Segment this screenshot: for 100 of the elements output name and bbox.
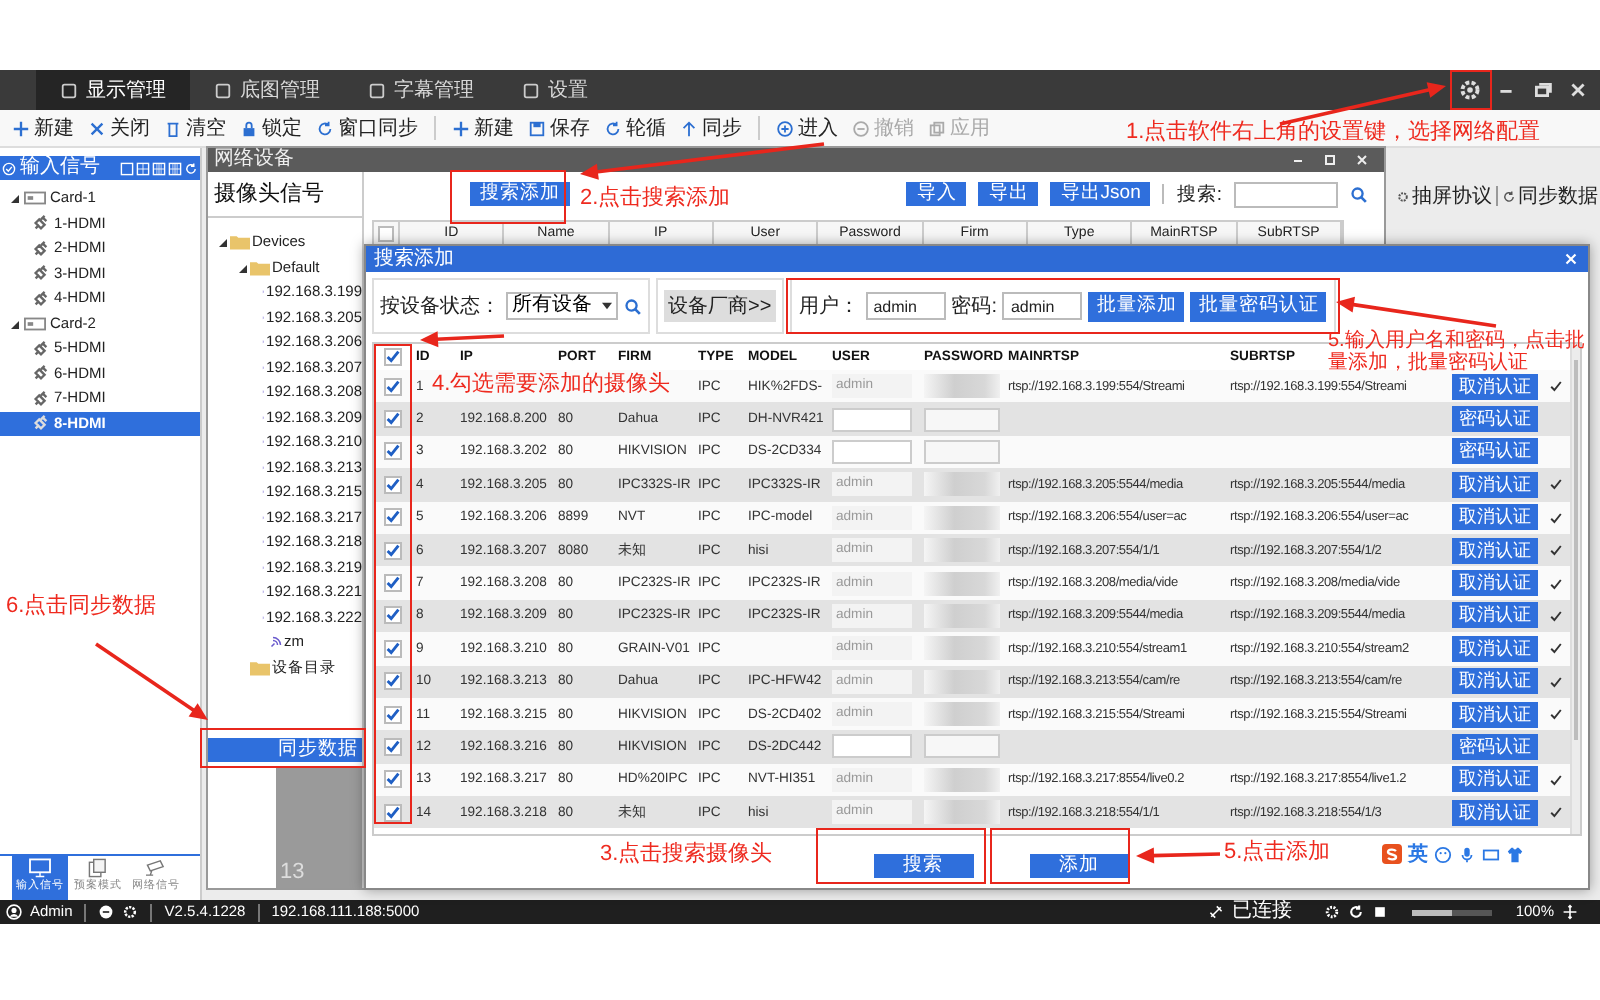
keyboard-icon[interactable] xyxy=(1482,845,1500,863)
auth-button[interactable]: 取消认证 xyxy=(1452,373,1538,400)
row-checkbox[interactable] xyxy=(384,606,402,625)
password-field[interactable] xyxy=(924,407,1000,432)
auth-button[interactable]: 取消认证 xyxy=(1452,471,1538,498)
toolbar-button[interactable]: 保存 xyxy=(524,114,594,142)
auth-button[interactable]: 取消认证 xyxy=(1452,668,1538,695)
row-checkbox[interactable] xyxy=(384,770,402,789)
password-field[interactable] xyxy=(924,734,1000,759)
row-checkbox[interactable] xyxy=(384,705,402,724)
nav-tab[interactable]: 字幕管理 xyxy=(344,70,498,110)
search-field[interactable] xyxy=(1234,181,1338,207)
auth-button[interactable]: 取消认证 xyxy=(1452,537,1538,564)
auth-button[interactable]: 密码认证 xyxy=(1452,438,1538,465)
user-field[interactable] xyxy=(832,734,912,759)
row-checkbox[interactable] xyxy=(384,508,402,527)
add-button[interactable]: 添加 xyxy=(1029,854,1129,878)
batch-auth-button[interactable]: 批量密码认证 xyxy=(1190,291,1327,321)
row-checkbox[interactable] xyxy=(384,639,402,658)
expand-arrow-icon[interactable] xyxy=(216,236,228,249)
toolbar-button[interactable]: 导出Json xyxy=(1050,182,1151,206)
search-icon[interactable] xyxy=(624,297,642,315)
toolbar-button[interactable]: 导出 xyxy=(978,182,1039,206)
auth-button[interactable]: 取消认证 xyxy=(1452,766,1538,793)
search-button[interactable]: 搜索 xyxy=(873,854,973,878)
row-checkbox[interactable] xyxy=(384,574,402,593)
settings-icon[interactable] xyxy=(122,904,139,920)
restore-icon[interactable] xyxy=(1320,150,1340,170)
toolbar-button[interactable]: 同步 xyxy=(676,114,746,142)
row-checkbox[interactable] xyxy=(384,377,402,396)
layout-grid-icon[interactable] xyxy=(136,161,150,175)
search-icon[interactable] xyxy=(1350,185,1368,203)
nav-tab[interactable]: 底图管理 xyxy=(190,70,344,110)
user-field[interactable] xyxy=(832,439,912,464)
stop-icon[interactable] xyxy=(1371,904,1388,920)
password-field[interactable] xyxy=(924,472,1000,497)
fit-screen-icon[interactable] xyxy=(1562,904,1578,920)
status-dropdown[interactable]: 所有设备 xyxy=(506,292,618,320)
password-field[interactable] xyxy=(924,439,1000,464)
expand-arrow-icon[interactable] xyxy=(8,317,20,330)
input-mode[interactable]: 英 xyxy=(1408,840,1428,868)
vendor-button[interactable]: 设备厂商>> xyxy=(664,290,776,322)
expand-arrow-icon[interactable] xyxy=(8,192,20,205)
toolbar-button[interactable]: 轮循 xyxy=(600,114,670,142)
password-field[interactable] xyxy=(924,538,1000,563)
settings-icon[interactable] xyxy=(1456,76,1484,104)
auth-button[interactable]: 取消认证 xyxy=(1452,570,1538,597)
close-icon[interactable] xyxy=(1562,250,1580,268)
layout-grid-icon[interactable] xyxy=(120,161,134,175)
shirt-icon[interactable] xyxy=(1506,845,1524,863)
row-checkbox[interactable] xyxy=(384,475,402,494)
toolbar-label[interactable]: 同步数据 xyxy=(1518,182,1598,210)
toolbar-button[interactable]: 锁定 xyxy=(236,114,306,142)
row-checkbox[interactable] xyxy=(384,442,402,461)
refresh-icon[interactable] xyxy=(1347,904,1364,920)
auth-button[interactable]: 取消认证 xyxy=(1452,701,1538,728)
auth-button[interactable]: 取消认证 xyxy=(1452,602,1538,629)
password-field[interactable] xyxy=(924,505,1000,530)
zoom-slider[interactable] xyxy=(1411,909,1492,915)
toolbar-button[interactable]: 新建 xyxy=(8,114,78,142)
row-checkbox[interactable] xyxy=(384,737,402,756)
row-checkbox[interactable] xyxy=(384,410,402,429)
password-field[interactable]: admin xyxy=(1002,292,1083,320)
search-add-button[interactable]: 搜索添加 xyxy=(470,182,570,206)
checkbox[interactable] xyxy=(378,226,394,242)
microphone-icon[interactable] xyxy=(1458,845,1476,863)
user-field[interactable]: admin xyxy=(865,292,946,320)
password-field[interactable] xyxy=(924,636,1000,661)
batch-add-button[interactable]: 批量添加 xyxy=(1088,291,1185,321)
select-all-checkbox[interactable] xyxy=(384,348,402,366)
toolbar-button[interactable]: 窗口同步 xyxy=(312,114,422,142)
auth-button[interactable]: 取消认证 xyxy=(1452,635,1538,662)
nav-tab[interactable]: 显示管理 xyxy=(36,70,190,110)
toolbar-button[interactable]: 清空 xyxy=(160,114,230,142)
password-field[interactable] xyxy=(924,702,1000,727)
password-field[interactable] xyxy=(924,767,1000,792)
layout-grid-icon[interactable] xyxy=(152,161,166,175)
logo-icon[interactable] xyxy=(1382,844,1402,864)
nav-tab[interactable]: 设置 xyxy=(498,70,612,110)
password-field[interactable] xyxy=(924,374,1000,399)
auth-button[interactable]: 取消认证 xyxy=(1452,799,1538,826)
password-field[interactable] xyxy=(924,603,1000,628)
close-icon[interactable] xyxy=(1352,150,1372,170)
password-field[interactable] xyxy=(924,571,1000,596)
user-field[interactable] xyxy=(832,407,912,432)
password-field[interactable] xyxy=(924,800,1000,825)
layout-grid-icon[interactable] xyxy=(168,161,182,175)
toolbar-button[interactable]: 进入 xyxy=(772,114,842,142)
row-checkbox[interactable] xyxy=(384,672,402,691)
toolbar-button[interactable]: 新建 xyxy=(448,114,518,142)
auth-button[interactable]: 密码认证 xyxy=(1452,733,1538,760)
toolbar-label[interactable]: 抽屏协议 xyxy=(1412,182,1492,210)
toolbar-button[interactable]: 导入 xyxy=(906,182,967,206)
auth-button[interactable]: 取消认证 xyxy=(1452,504,1538,531)
row-checkbox[interactable] xyxy=(384,541,402,560)
password-field[interactable] xyxy=(924,669,1000,694)
expand-arrow-icon[interactable] xyxy=(236,261,248,274)
sync-data-button[interactable]: 同步数据 xyxy=(208,738,362,762)
row-checkbox[interactable] xyxy=(384,803,402,822)
auth-button[interactable]: 密码认证 xyxy=(1452,406,1538,433)
